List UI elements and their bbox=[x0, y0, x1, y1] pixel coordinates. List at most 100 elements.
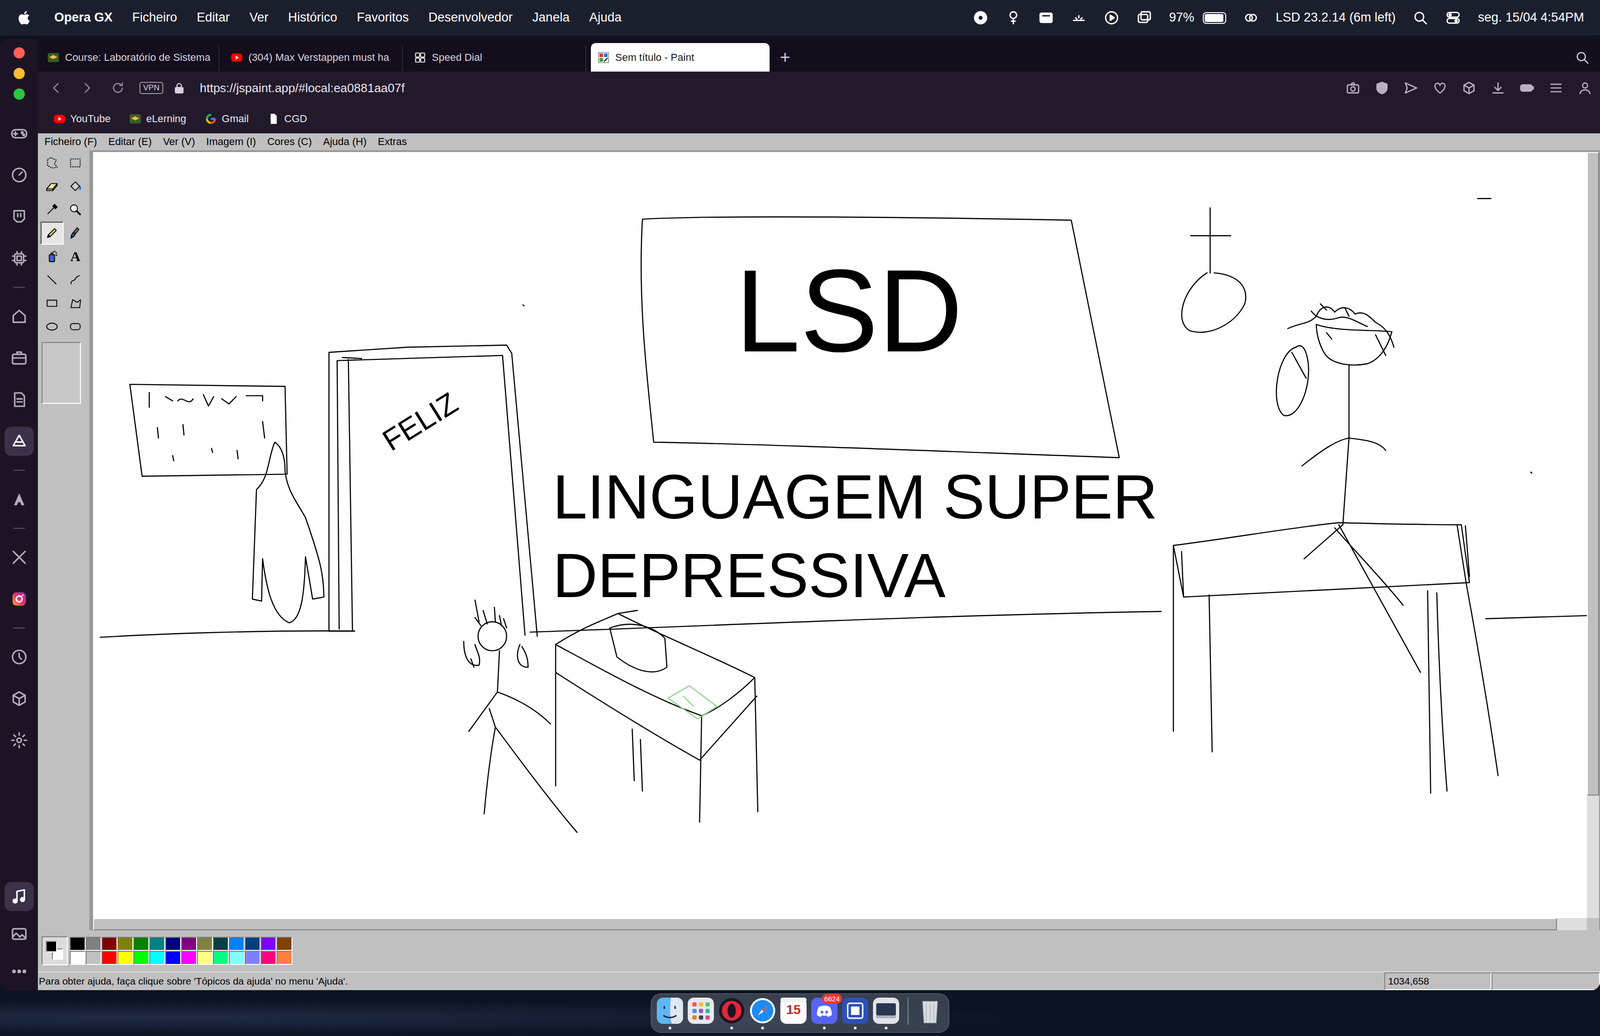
dock-app[interactable] bbox=[717, 996, 746, 1030]
color-swatch[interactable] bbox=[117, 936, 134, 951]
sidebar-button[interactable] bbox=[0, 952, 38, 990]
dock-app[interactable]: 6624 bbox=[810, 996, 839, 1030]
sidebar-button[interactable] bbox=[0, 577, 38, 620]
menu-item[interactable]: Ajuda bbox=[589, 9, 622, 26]
foreground-color[interactable] bbox=[45, 940, 58, 953]
sidebar-button[interactable] bbox=[0, 153, 38, 196]
bookmark[interactable]: Gmail bbox=[204, 112, 249, 126]
color-swatch[interactable] bbox=[181, 950, 197, 965]
sidebar-button[interactable] bbox=[0, 677, 38, 720]
status-item[interactable]: LSD 23.2.14 (6m left) bbox=[1275, 9, 1397, 26]
sidebar-button[interactable] bbox=[0, 378, 38, 421]
tool-button[interactable] bbox=[63, 221, 88, 245]
new-tab-button[interactable]: + bbox=[774, 43, 796, 72]
clock[interactable]: seg. 15/04 4:54PM bbox=[1477, 9, 1585, 26]
sidebar-button[interactable] bbox=[0, 719, 38, 761]
color-swatch[interactable] bbox=[276, 936, 293, 951]
tool-button[interactable] bbox=[40, 221, 64, 245]
tool-button[interactable] bbox=[63, 151, 88, 175]
color-swatch[interactable] bbox=[149, 936, 166, 951]
scroll-thumb[interactable] bbox=[1586, 152, 1600, 796]
color-swatch[interactable] bbox=[244, 936, 261, 951]
color-swatch[interactable] bbox=[149, 950, 166, 965]
tool-button[interactable] bbox=[40, 314, 64, 339]
color-swatch[interactable] bbox=[101, 936, 118, 951]
drawing-canvas[interactable]: LSDFELIZLINGUAGEM SUPERDEPRESSIVA bbox=[93, 152, 1587, 918]
color-swatch[interactable] bbox=[133, 950, 150, 965]
tool-button[interactable] bbox=[63, 174, 88, 198]
tool-button[interactable] bbox=[63, 314, 88, 339]
tool-button[interactable] bbox=[40, 291, 64, 315]
bookmark[interactable]: CGD bbox=[267, 112, 308, 126]
sidebar-button[interactable] bbox=[0, 195, 38, 238]
vpn-badge[interactable]: VPN bbox=[139, 81, 164, 95]
menu-item[interactable]: Janela bbox=[532, 9, 570, 26]
tool-button[interactable] bbox=[63, 291, 88, 315]
paint-menu[interactable]: Ver (V) bbox=[157, 135, 201, 149]
dock-app[interactable] bbox=[748, 996, 777, 1030]
bookmark[interactable]: eLerning bbox=[129, 112, 187, 126]
tool-button[interactable] bbox=[40, 197, 64, 222]
color-swatch[interactable] bbox=[181, 936, 197, 951]
menu-item[interactable]: Ver bbox=[249, 9, 269, 26]
color-swatch[interactable] bbox=[260, 936, 277, 951]
sidebar-button[interactable] bbox=[0, 420, 38, 462]
paint-menu[interactable]: Editar (E) bbox=[102, 135, 158, 149]
battery-icon[interactable] bbox=[1202, 12, 1227, 24]
browser-tab[interactable]: (304) Max Verstappen must ha bbox=[224, 43, 403, 72]
menu-item[interactable]: Favoritos bbox=[356, 9, 409, 26]
dock-app[interactable] bbox=[916, 996, 945, 1030]
color-swatch[interactable] bbox=[165, 936, 182, 951]
dock-app[interactable] bbox=[655, 996, 684, 1030]
color-swatch[interactable] bbox=[85, 936, 102, 951]
paint-menu[interactable]: Cores (C) bbox=[261, 135, 318, 149]
color-swatch[interactable] bbox=[101, 950, 118, 965]
color-swatch[interactable] bbox=[69, 936, 86, 951]
color-swatch[interactable] bbox=[276, 950, 293, 965]
tool-button[interactable] bbox=[63, 197, 88, 222]
color-swatch[interactable] bbox=[133, 936, 150, 951]
tool-button[interactable] bbox=[63, 268, 88, 292]
close-button[interactable] bbox=[13, 47, 25, 59]
minimize-button[interactable] bbox=[13, 67, 25, 80]
bookmark[interactable]: YouTube bbox=[53, 112, 111, 126]
color-swatch[interactable] bbox=[196, 950, 213, 965]
color-swatch[interactable] bbox=[196, 936, 213, 951]
tool-button[interactable] bbox=[40, 268, 64, 292]
color-swatch[interactable] bbox=[228, 950, 245, 965]
tool-button[interactable]: A bbox=[63, 244, 88, 269]
tool-button[interactable] bbox=[40, 174, 64, 198]
dock-app[interactable] bbox=[872, 996, 901, 1030]
browser-tab[interactable]: Course: Laboratório de Sistema bbox=[40, 43, 220, 72]
sidebar-button[interactable] bbox=[0, 478, 38, 520]
sidebar-button[interactable] bbox=[0, 237, 38, 279]
browser-tab[interactable]: Speed Dial bbox=[407, 43, 587, 72]
color-swatch[interactable] bbox=[260, 950, 277, 965]
color-swatch[interactable] bbox=[244, 950, 261, 965]
url-field[interactable]: https://jspaint.app/#local:ea0881aa07f bbox=[199, 80, 405, 96]
color-swatch[interactable] bbox=[228, 936, 245, 951]
menu-item[interactable]: Histórico bbox=[288, 9, 338, 26]
menu-item[interactable]: Desenvolvedor bbox=[428, 9, 513, 26]
vertical-scrollbar[interactable] bbox=[1586, 152, 1600, 918]
sidebar-button[interactable] bbox=[0, 112, 38, 154]
menu-item[interactable]: Editar bbox=[196, 9, 231, 26]
color-swatch[interactable] bbox=[117, 950, 134, 965]
dock-app[interactable] bbox=[841, 996, 870, 1030]
horizontal-scrollbar[interactable] bbox=[93, 917, 1587, 931]
sidebar-button[interactable] bbox=[0, 635, 38, 678]
paint-menu[interactable]: Extras bbox=[371, 135, 413, 149]
paint-menu[interactable]: Imagem (I) bbox=[200, 135, 262, 149]
tool-button[interactable] bbox=[40, 244, 64, 269]
zoom-button[interactable] bbox=[13, 88, 25, 100]
paint-menu[interactable]: Ficheiro (F) bbox=[38, 135, 103, 149]
dock-app[interactable]: 15 bbox=[779, 996, 808, 1030]
dock-app[interactable] bbox=[686, 996, 715, 1030]
color-swatch[interactable] bbox=[69, 950, 86, 965]
sidebar-button[interactable] bbox=[0, 295, 38, 337]
paint-menu[interactable]: Ajuda (H) bbox=[317, 135, 373, 149]
menu-item[interactable]: Ficheiro bbox=[132, 9, 178, 26]
app-menu[interactable]: Opera GX bbox=[54, 9, 113, 26]
color-swatch[interactable] bbox=[212, 936, 229, 951]
sidebar-button[interactable] bbox=[0, 336, 38, 379]
